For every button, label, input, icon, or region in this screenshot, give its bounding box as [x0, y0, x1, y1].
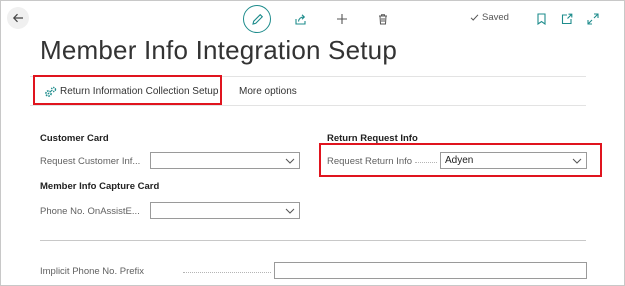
checkmark-icon — [470, 14, 479, 21]
page-toolbar — [528, 6, 606, 32]
open-new-window-icon — [561, 13, 573, 25]
bookmark-icon — [536, 13, 546, 25]
bookmark-button[interactable] — [528, 6, 554, 32]
saved-status: Saved — [470, 12, 509, 23]
request-customer-info-label: Request Customer Inf... — [40, 156, 141, 167]
arrow-left-icon — [12, 13, 23, 23]
edit-button[interactable] — [243, 5, 271, 33]
label-leader-dots — [183, 272, 271, 273]
open-new-window-button[interactable] — [554, 6, 580, 32]
saved-label: Saved — [482, 12, 509, 23]
more-options-action[interactable]: More options — [239, 77, 297, 106]
back-button[interactable] — [7, 7, 29, 29]
highlight-box-field — [319, 143, 602, 177]
trash-icon — [379, 14, 387, 25]
more-options-label: More options — [239, 86, 297, 97]
plus-icon — [337, 14, 347, 24]
chevron-down-icon — [281, 158, 299, 164]
delete-button[interactable] — [370, 6, 396, 32]
request-customer-info-select[interactable] — [150, 152, 300, 169]
expand-icon — [587, 13, 599, 25]
record-toolbar — [243, 5, 396, 33]
customer-card-title: Customer Card — [40, 133, 109, 144]
page-title: Member Info Integration Setup — [40, 35, 398, 65]
phone-onassist-select[interactable] — [150, 202, 300, 219]
chevron-down-icon — [281, 208, 299, 214]
implicit-phone-prefix-input[interactable] — [274, 262, 587, 279]
share-button[interactable] — [287, 6, 313, 32]
phone-onassist-label: Phone No. OnAssistE... — [40, 206, 140, 217]
new-button[interactable] — [329, 6, 355, 32]
section-divider — [40, 240, 586, 241]
share-icon — [294, 13, 306, 25]
expand-button[interactable] — [580, 6, 606, 32]
highlight-box-action — [33, 75, 222, 105]
pencil-icon — [251, 13, 263, 25]
member-info-capture-card-title: Member Info Capture Card — [40, 181, 160, 192]
